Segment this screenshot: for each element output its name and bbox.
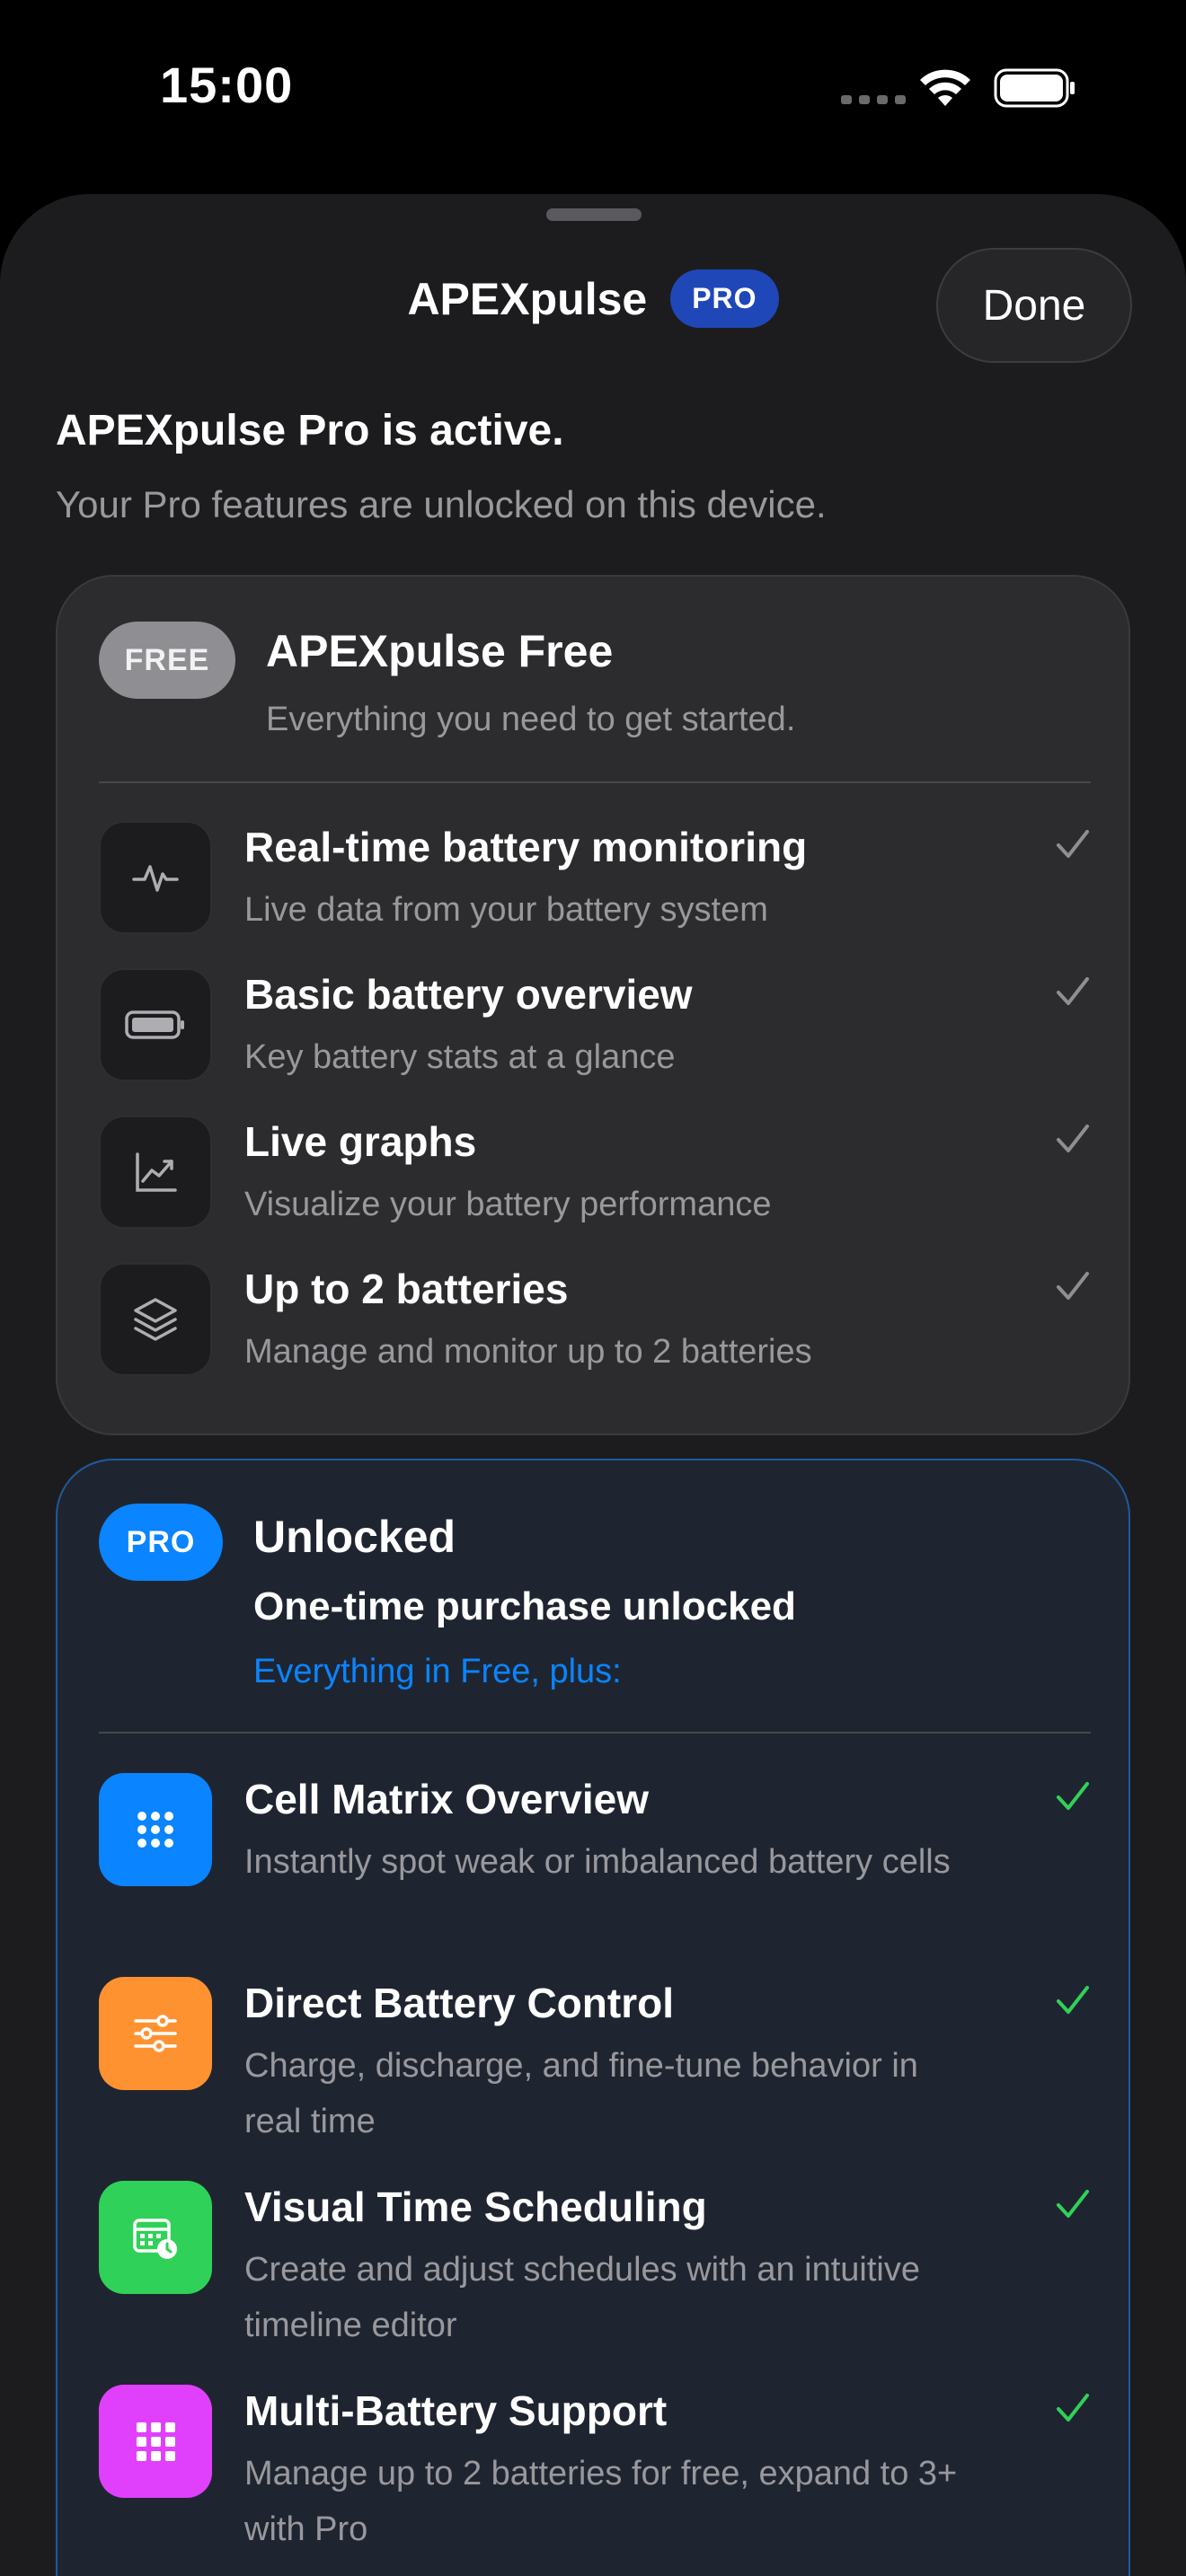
free-tier-name: APEXpulse Free	[266, 626, 614, 676]
waveform-icon	[99, 821, 212, 934]
chart-icon	[99, 1116, 212, 1229]
feature-description: Charge, discharge, and fine-tune behavio…	[244, 2047, 918, 2140]
checkmark-icon	[1057, 1986, 1089, 2014]
free-tier-description: Everything you need to get started.	[266, 701, 796, 738]
pro-tier-card: PRO Unlocked One-time purchase unlocked …	[56, 1459, 1130, 2576]
feature-title: Visual Time Scheduling	[244, 2183, 707, 2230]
feature-title: Direct Battery Control	[244, 1980, 674, 2026]
feature-description: Live data from your battery system	[244, 891, 768, 929]
done-button[interactable]: Done	[936, 248, 1132, 363]
pro-badge: PRO	[99, 1504, 223, 1581]
sliders-icon	[99, 1977, 212, 2090]
pro-includes-label: Everything in Free, plus:	[253, 1653, 622, 1690]
checkmark-icon	[1057, 977, 1089, 1005]
feature-description: Manage and monitor up to 2 batteries	[244, 1333, 812, 1371]
feature-title: Cell Matrix Overview	[244, 1776, 649, 1822]
feature-title: Multi-Battery Support	[244, 2387, 668, 2434]
checkmark-icon	[1057, 1272, 1089, 1300]
title-pro-badge: PRO	[670, 269, 779, 328]
pro-tier-name: Unlocked	[253, 1512, 456, 1562]
checkmark-icon	[1057, 830, 1089, 858]
wifi-icon	[920, 69, 970, 106]
feature-description: Key battery stats at a glance	[244, 1038, 676, 1076]
checkmark-icon	[1057, 1782, 1089, 1810]
signal-dots-icon	[841, 95, 906, 104]
battery-icon	[99, 968, 212, 1081]
active-title: APEXpulse Pro is active.	[56, 407, 564, 454]
purchase-status: One-time purchase unlocked	[253, 1584, 796, 1628]
layers-icon	[99, 1263, 212, 1376]
sheet-title: APEXpulse	[407, 273, 648, 324]
divider	[99, 1732, 1091, 1734]
sheet-grabber[interactable]	[546, 208, 642, 221]
calendar-clock-icon	[99, 2181, 212, 2294]
active-subtitle: Your Pro features are unlocked on this d…	[56, 483, 827, 525]
grid-icon	[99, 2385, 212, 2498]
free-tier-card: FREE APEXpulse Free Everything you need …	[56, 575, 1130, 1435]
status-bar: 15:00	[0, 0, 1186, 180]
checkmark-icon	[1057, 1125, 1089, 1152]
checkmark-icon	[1057, 2190, 1089, 2218]
feature-description: Manage up to 2 batteries for free, expan…	[244, 2455, 958, 2548]
feature-title: Up to 2 batteries	[244, 1266, 569, 1312]
free-badge: FREE	[99, 622, 235, 699]
feature-title: Real-time battery monitoring	[244, 824, 808, 870]
status-time: 15:00	[160, 57, 294, 113]
checkmark-icon	[1057, 2394, 1089, 2422]
feature-description: Create and adjust schedules with an intu…	[244, 2251, 921, 2344]
feature-title: Live graphs	[244, 1118, 477, 1165]
grid-icon	[99, 1773, 212, 1886]
divider	[99, 781, 1091, 783]
feature-title: Basic battery overview	[244, 971, 693, 1018]
feature-description: Visualize your battery performance	[244, 1186, 772, 1223]
battery-status-icon	[994, 68, 1075, 108]
feature-description: Instantly spot weak or imbalanced batter…	[244, 1843, 951, 1881]
